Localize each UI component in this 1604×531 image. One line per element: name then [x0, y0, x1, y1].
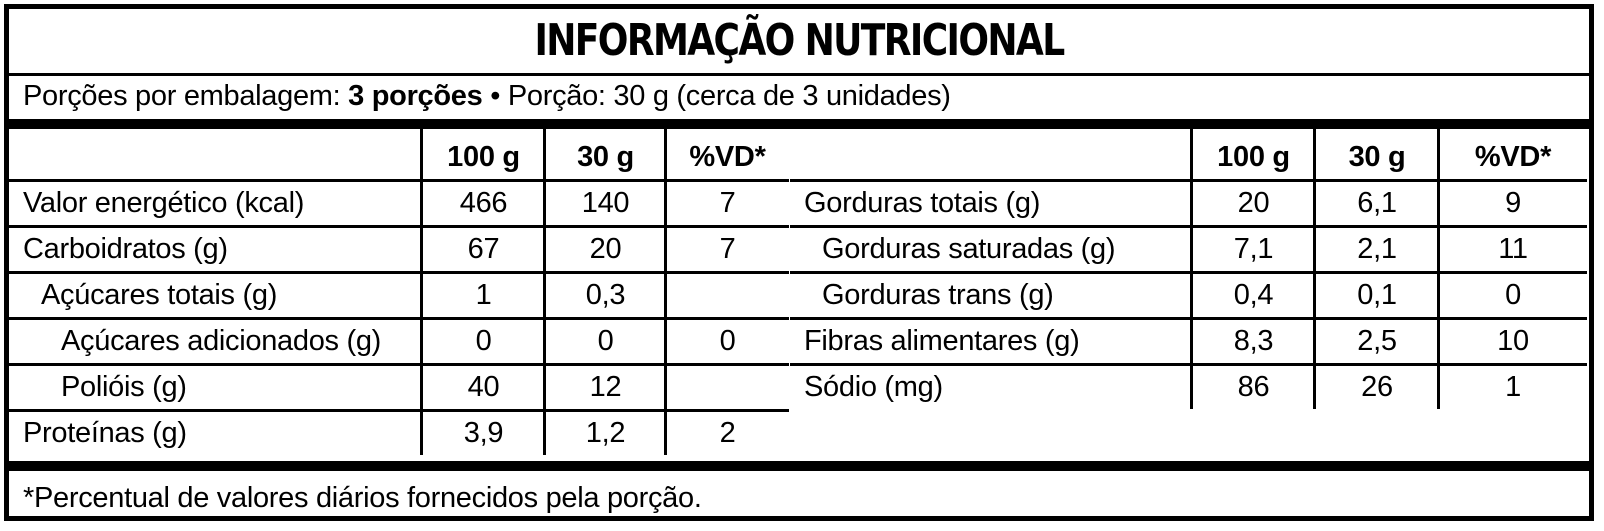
left-column-header: 100 g — [447, 141, 520, 173]
right-cell-v100: 86 — [1237, 371, 1270, 403]
right-cell-vd: 0 — [1505, 279, 1521, 311]
left-cell-v30: 0 — [597, 325, 614, 357]
left-column-header: %VD* — [689, 141, 766, 173]
right-cell-vd: 9 — [1505, 187, 1521, 219]
panel-title: INFORMAÇÃO NUTRICIONAL — [534, 15, 1065, 66]
right-row-divider — [790, 363, 1587, 366]
left-column-divider — [664, 129, 667, 455]
right-cell-v30: 2,1 — [1357, 233, 1397, 265]
left-cell-vd — [666, 365, 789, 409]
footnote: *Percentual de valores diários fornecido… — [23, 482, 702, 514]
right-row-label: Sódio (mg) — [804, 371, 943, 403]
right-cell-vd: 11 — [1498, 233, 1528, 265]
right-column-header: 100 g — [1217, 141, 1290, 173]
right-cell-vd: 10 — [1497, 325, 1529, 357]
left-row-divider — [9, 363, 789, 366]
title-divider — [9, 73, 1589, 76]
right-cell-v100: 20 — [1237, 187, 1270, 219]
left-cell-v100: 67 — [467, 233, 500, 265]
footer-thick-divider — [9, 461, 1589, 471]
right-column-divider — [1313, 129, 1316, 409]
left-row-label: Valor energético (kcal) — [23, 187, 305, 219]
left-row-divider — [9, 271, 789, 274]
right-row-label: Gorduras saturadas (g) — [822, 233, 1116, 265]
left-cell-v30: 20 — [589, 233, 622, 265]
left-row-label: Açúcares totais (g) — [41, 279, 278, 311]
left-cell-v100: 0 — [475, 325, 492, 357]
left-row-divider — [9, 317, 789, 320]
right-row-label: Fibras alimentares (g) — [804, 325, 1080, 357]
left-cell-v100: 466 — [459, 187, 508, 219]
left-cell-v30: 0,3 — [585, 279, 626, 311]
right-cell-vd: 1 — [1505, 371, 1521, 403]
left-row-label: Polióis (g) — [61, 371, 187, 403]
left-cell-vd: 7 — [719, 187, 736, 219]
left-cell-v30: 12 — [589, 371, 622, 403]
right-cell-v100: 0,4 — [1233, 279, 1274, 311]
header-thick-divider — [9, 119, 1589, 129]
right-row-label: Gorduras trans (g) — [822, 279, 1054, 311]
serving-info: Porções por embalagem: 3 porções • Porçã… — [23, 77, 951, 115]
right-cell-v30: 0,1 — [1357, 279, 1397, 311]
left-row-label: Carboidratos (g) — [23, 233, 228, 265]
left-cell-v30: 1,2 — [585, 417, 626, 449]
right-cell-v30: 2,5 — [1357, 325, 1397, 357]
right-column-header: 30 g — [1348, 141, 1406, 173]
left-column-header: 30 g — [577, 141, 634, 173]
left-row-label: Proteínas (g) — [23, 417, 187, 449]
right-column-divider — [1190, 129, 1193, 409]
right-cell-v100: 8,3 — [1233, 325, 1274, 357]
nutrition-facts-panel: INFORMAÇÃO NUTRICIONAL Porções por embal… — [4, 4, 1594, 521]
right-row-label: Gorduras totais (g) — [804, 187, 1041, 219]
left-row-divider — [9, 225, 789, 228]
left-row-label: Açúcares adicionados (g) — [61, 325, 382, 357]
left-cell-vd — [666, 273, 789, 317]
left-row-divider — [9, 409, 789, 412]
left-cell-v100: 40 — [467, 371, 500, 403]
serving-suffix: • Porção: 30 g (cerca de 3 unidades) — [482, 80, 951, 112]
left-cell-vd: 2 — [719, 417, 736, 449]
right-column-header: %VD* — [1474, 141, 1552, 173]
right-row-divider — [790, 317, 1587, 320]
right-cell-v30: 6,1 — [1357, 187, 1397, 219]
left-column-divider — [420, 129, 423, 455]
left-row-divider — [9, 179, 789, 182]
left-column-divider — [543, 129, 546, 455]
right-cell-v30: 26 — [1361, 371, 1393, 403]
serving-portions: 3 porções — [348, 80, 483, 112]
left-cell-vd: 7 — [719, 233, 736, 265]
left-cell-v30: 140 — [581, 187, 630, 219]
left-cell-v100: 1 — [475, 279, 492, 311]
right-cell-v100: 7,1 — [1233, 233, 1274, 265]
left-cell-vd: 0 — [719, 325, 736, 357]
right-row-divider — [790, 271, 1587, 274]
right-column-divider — [1437, 129, 1440, 409]
left-cell-v100: 3,9 — [463, 417, 504, 449]
right-row-divider — [790, 225, 1587, 228]
serving-prefix: Porções por embalagem: — [23, 80, 349, 112]
right-row-divider — [790, 179, 1587, 182]
